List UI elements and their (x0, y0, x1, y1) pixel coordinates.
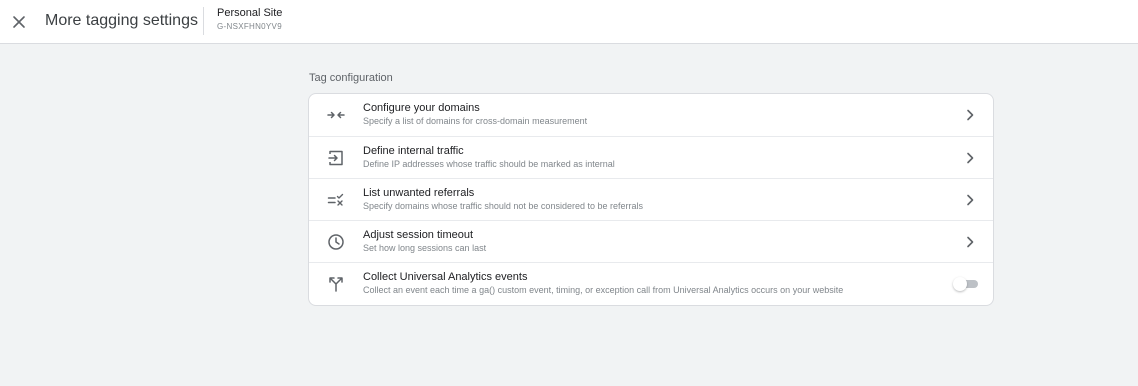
setting-row-universal-analytics-events: Collect Universal Analytics events Colle… (309, 262, 993, 305)
tag-configuration-card: Configure your domains Specify a list of… (308, 93, 994, 306)
setting-description: Specify a list of domains for cross-doma… (363, 116, 588, 126)
collect-ua-events-toggle[interactable] (953, 277, 979, 291)
setting-description: Define IP addresses whose traffic should… (363, 159, 615, 169)
fork-arrows-icon (326, 274, 346, 294)
login-arrow-icon (326, 148, 346, 168)
setting-title: Collect Universal Analytics events (363, 271, 528, 283)
section-label: Tag configuration (309, 72, 393, 84)
setting-row-unwanted-referrals[interactable]: List unwanted referrals Specify domains … (309, 178, 993, 220)
setting-row-internal-traffic[interactable]: Define internal traffic Define IP addres… (309, 136, 993, 178)
chevron-right-icon (963, 193, 977, 207)
toggle-knob (953, 277, 967, 291)
merge-arrows-icon (326, 105, 346, 125)
close-icon (13, 16, 25, 28)
setting-row-configure-domains[interactable]: Configure your domains Specify a list of… (309, 94, 993, 136)
setting-title: Define internal traffic (363, 145, 464, 157)
chevron-right-icon (963, 108, 977, 122)
top-app-bar: More tagging settings Personal Site G-NS… (0, 0, 1138, 44)
rule-list-icon (326, 190, 346, 210)
chevron-right-icon (963, 151, 977, 165)
setting-description: Set how long sessions can last (363, 243, 487, 253)
clock-icon (326, 232, 346, 252)
setting-title: Adjust session timeout (363, 229, 474, 241)
setting-row-session-timeout[interactable]: Adjust session timeout Set how long sess… (309, 220, 993, 262)
setting-title: List unwanted referrals (363, 187, 475, 199)
property-id: G-NSXFHN0YV9 (217, 22, 282, 31)
page-title: More tagging settings (45, 12, 198, 29)
setting-description: Collect an event each time a ga() custom… (363, 285, 844, 295)
title-divider (203, 7, 204, 35)
property-name: Personal Site (217, 7, 283, 19)
close-button[interactable] (8, 11, 30, 33)
setting-description: Specify domains whose traffic should not… (363, 201, 643, 211)
chevron-right-icon (963, 235, 977, 249)
setting-title: Configure your domains (363, 102, 480, 114)
